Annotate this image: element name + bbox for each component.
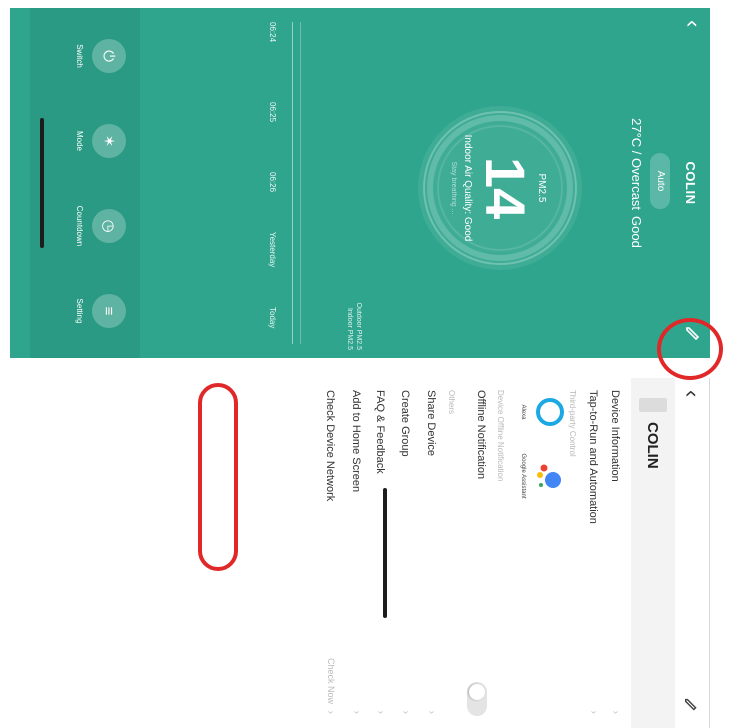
- switch-label: Switch: [75, 44, 84, 68]
- chart-gridline: [300, 22, 301, 344]
- pm-value: 14: [474, 156, 537, 220]
- weather-status: 27°C / Overcast Good: [629, 8, 644, 358]
- chevron-right-icon: ›: [325, 710, 336, 714]
- highlight-share-device: [198, 383, 238, 571]
- back-chevron-icon[interactable]: ‹: [680, 390, 705, 397]
- check-now-link[interactable]: Check Now: [326, 658, 336, 704]
- edit-pencil-icon[interactable]: [683, 696, 701, 714]
- fan-icon: ✶: [92, 124, 126, 158]
- pm-label: PM2.5: [536, 173, 547, 203]
- mode-label: Mode: [75, 130, 84, 151]
- mode-pill[interactable]: Auto: [650, 153, 670, 209]
- chart-legend: Outdoor PM2.5 Indoor PM2.5: [345, 303, 363, 350]
- highlight-edit-circle: [657, 318, 723, 380]
- legend-outdoor: Outdoor PM2.5: [355, 302, 362, 350]
- home-indicator[interactable]: [40, 118, 44, 248]
- air-quality-subtext: Stay breathing ...: [450, 161, 457, 215]
- pm-history-chart: Outdoor PM2.5 Indoor PM2.5 06:24 06:25 0…: [145, 8, 385, 358]
- countdown-label: Countdown: [75, 205, 84, 247]
- weather-text: 27°C / Overcast: [629, 118, 644, 211]
- axis-tick: 06:26: [268, 172, 277, 193]
- weather-quality: Good: [629, 216, 644, 248]
- panel-title: COLIN: [683, 161, 698, 205]
- panel-header: ‹ COLIN: [674, 8, 710, 358]
- air-quality-gauge: PM2.5 14 Indoor Air Quality: Good Stay b…: [415, 103, 585, 273]
- axis-tick: 06:24: [268, 22, 277, 43]
- setting-button[interactable]: ≡ Setting: [75, 281, 126, 341]
- axis-tick: Yesterday: [268, 232, 277, 268]
- legend-indoor: Indoor PM2.5: [346, 307, 353, 350]
- power-icon: ⏻: [92, 39, 126, 73]
- control-bar: ⏻ Switch ✶ Mode ◷ Countdown ≡ Setting: [30, 8, 140, 358]
- switch-button[interactable]: ⏻ Switch: [75, 26, 126, 86]
- countdown-button[interactable]: ◷ Countdown: [75, 196, 126, 256]
- mode-button[interactable]: ✶ Mode: [75, 111, 126, 171]
- chart-axis: 06:24 06:25 06:26 Yesterday Today: [263, 22, 277, 344]
- air-quality-text: Indoor Air Quality: Good: [462, 134, 473, 242]
- timer-icon: ◷: [92, 209, 126, 243]
- axis-tick: Today: [268, 307, 277, 329]
- settings-icon: ≡: [92, 294, 126, 328]
- chart-baseline: [292, 22, 293, 344]
- axis-tick: 06:25: [268, 102, 277, 123]
- setting-label: Setting: [75, 298, 84, 324]
- settings-continued-3: Check Device Network Check Now ›: [324, 390, 336, 714]
- device-panel-screen: ‹ COLIN Auto 27°C / Overcast Good PM2.5 1…: [10, 8, 710, 358]
